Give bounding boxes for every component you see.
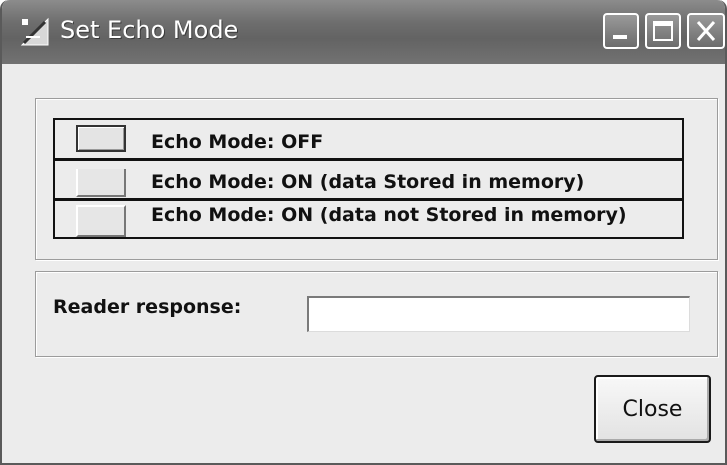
close-button[interactable]: Close [594,375,711,443]
app-icon [20,17,49,46]
set-echo-mode-dialog: Set Echo Mode Echo Mode: OFF Echo Mode: … [0,0,727,465]
reader-response-label: Reader response: [53,296,242,318]
echo-option-row: Echo Mode: ON (data not Stored in memory… [55,201,682,237]
title-bar[interactable]: Set Echo Mode [2,0,725,64]
echo-option-row: Echo Mode: OFF [55,120,682,161]
window-title: Set Echo Mode [60,16,239,44]
close-window-button[interactable] [687,13,725,49]
echo-option-label: Echo Mode: ON (data Stored in memory) [151,171,585,193]
echo-option-label: Echo Mode: ON (data not Stored in memory… [151,204,627,226]
maximize-icon [653,21,673,41]
echo-on-stored-button[interactable] [76,169,126,197]
minimize-button[interactable] [603,13,639,49]
echo-mode-options: Echo Mode: OFF Echo Mode: ON (data Store… [53,118,684,239]
echo-off-button[interactable] [76,125,126,152]
minimize-icon [613,35,627,39]
reader-response-field[interactable] [307,296,690,332]
close-icon [696,21,716,41]
echo-option-label: Echo Mode: OFF [151,131,324,153]
echo-option-row: Echo Mode: ON (data Stored in memory) [55,161,682,201]
maximize-button[interactable] [645,13,681,49]
echo-on-not-stored-button[interactable] [76,205,126,237]
